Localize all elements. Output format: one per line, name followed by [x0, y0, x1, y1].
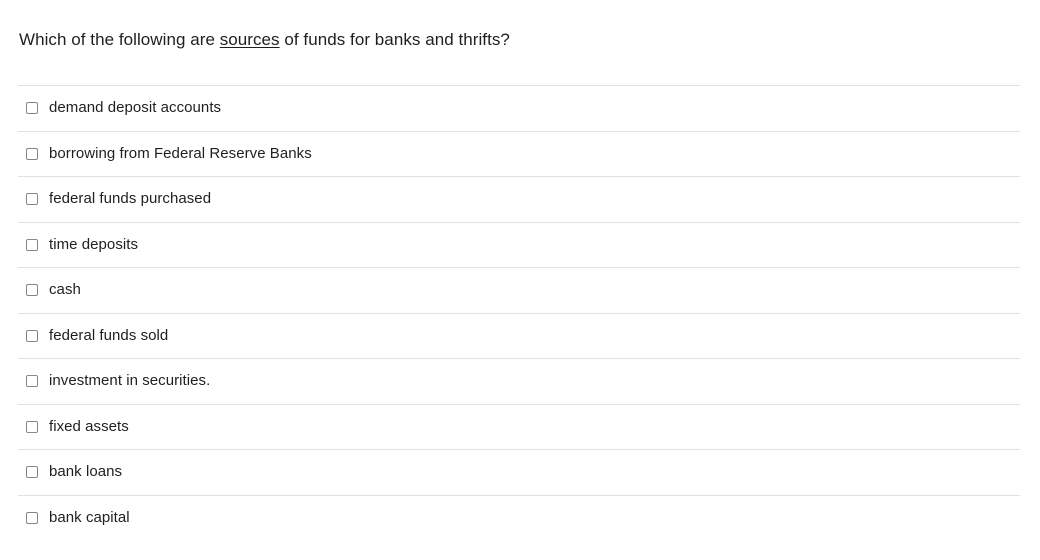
option-label: demand deposit accounts	[49, 99, 222, 117]
option-label: federal funds sold	[49, 326, 169, 344]
question-suffix: of funds for banks and thrifts?	[279, 30, 510, 49]
checkbox-icon[interactable]	[26, 420, 38, 433]
checkbox-icon[interactable]	[26, 512, 38, 525]
question-emphasis-sources: sources	[219, 30, 280, 49]
checkbox-icon[interactable]	[26, 238, 38, 251]
answer-options-list: demand deposit accounts borrowing from Fe…	[18, 85, 1020, 541]
option-row[interactable]: bank capital	[18, 495, 1020, 541]
question-text: Which of the following are sources of fu…	[19, 28, 1020, 52]
checkbox-icon[interactable]	[26, 284, 38, 297]
checkbox-icon[interactable]	[26, 466, 38, 479]
option-row[interactable]: cash	[18, 268, 1020, 314]
option-label: cash	[49, 281, 81, 299]
option-row[interactable]: time deposits	[18, 222, 1020, 268]
option-label: fixed assets	[49, 417, 129, 435]
checkbox-icon[interactable]	[26, 193, 38, 206]
option-row[interactable]: bank loans	[18, 450, 1020, 496]
option-label: investment in securities.	[49, 372, 211, 390]
question-block: Which of the following are sources of fu…	[19, 28, 1020, 52]
option-row[interactable]: federal funds purchased	[18, 177, 1020, 223]
option-label: time deposits	[49, 235, 139, 253]
checkbox-icon[interactable]	[26, 102, 38, 115]
checkbox-icon[interactable]	[26, 375, 38, 388]
checkbox-icon[interactable]	[26, 329, 38, 342]
option-label: federal funds purchased	[49, 190, 212, 208]
option-row[interactable]: federal funds sold	[18, 313, 1020, 359]
option-label: bank capital	[49, 509, 130, 527]
option-row[interactable]: demand deposit accounts	[18, 86, 1020, 132]
quiz-question-panel: Which of the following are sources of fu…	[0, 0, 1040, 560]
option-label: bank loans	[49, 463, 123, 481]
option-label: borrowing from Federal Reserve Banks	[49, 144, 312, 162]
option-row[interactable]: fixed assets	[18, 404, 1020, 450]
question-prefix: Which of the following are	[19, 30, 220, 49]
option-row[interactable]: borrowing from Federal Reserve Banks	[18, 131, 1020, 177]
checkbox-icon[interactable]	[26, 147, 38, 160]
option-row[interactable]: investment in securities.	[18, 359, 1020, 405]
